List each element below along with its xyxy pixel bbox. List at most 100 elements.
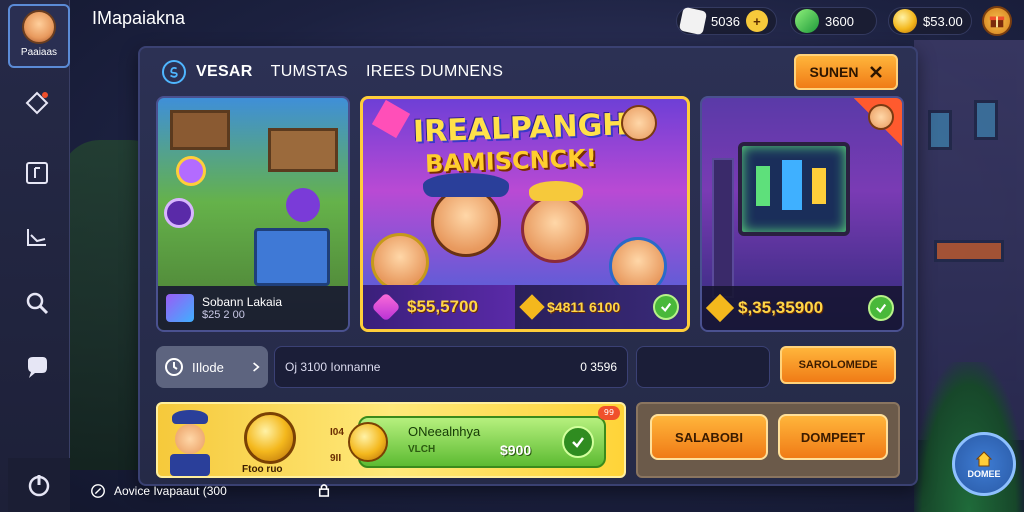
dice-icon bbox=[678, 6, 708, 36]
fab-label: DOMEE bbox=[967, 469, 1001, 479]
currency-emerald: 3600 bbox=[790, 7, 877, 35]
card-footer: $55,5700 $4811 6100 bbox=[363, 285, 687, 329]
gift-icon bbox=[989, 16, 1005, 28]
offer-card-1[interactable]: Sobann Lakaia $25 2 00 bbox=[156, 96, 350, 332]
cart-illustration bbox=[254, 228, 330, 286]
building-window bbox=[974, 100, 998, 140]
power-icon bbox=[28, 475, 50, 497]
claim-reward-button[interactable] bbox=[562, 426, 594, 458]
screen-bar bbox=[812, 168, 826, 204]
chat-bubble-icon bbox=[28, 357, 47, 378]
mode-button[interactable]: IIlode bbox=[156, 346, 268, 388]
character-illustration bbox=[521, 195, 589, 263]
power-button[interactable] bbox=[8, 458, 70, 512]
lock-icon[interactable] bbox=[318, 483, 330, 501]
card-footer: Sobann Lakaia $25 2 00 bbox=[158, 286, 348, 330]
screen-bar bbox=[782, 160, 802, 210]
profile-name: Paaiaas bbox=[20, 47, 58, 58]
currency-value: 5036 bbox=[711, 13, 740, 29]
hut-illustration bbox=[170, 110, 230, 150]
tab-vesar[interactable]: VESAR bbox=[196, 63, 253, 81]
card-price: $,35,35900 bbox=[738, 298, 824, 317]
check-icon bbox=[660, 302, 672, 313]
coin-label: Ftoo ruo bbox=[242, 464, 283, 475]
offer-card-3[interactable]: $,35,35900 bbox=[700, 96, 904, 332]
card-footer: $,35,35900 bbox=[702, 286, 902, 330]
character-illustration bbox=[431, 187, 501, 257]
action-buttons: SALABOBI DOMPEET bbox=[636, 402, 900, 478]
game-thumbnail-icon bbox=[166, 294, 194, 322]
shop-button[interactable] bbox=[982, 6, 1012, 36]
mode-label: IIlode bbox=[192, 359, 224, 375]
character-illustration bbox=[371, 233, 429, 291]
sidebar-item-music[interactable] bbox=[22, 158, 52, 188]
reward-progress-bar: ONeealnhya VLCH $900 bbox=[348, 416, 606, 468]
reward-side-labels: I04 9II bbox=[330, 420, 344, 472]
price-secondary: $4811 6100 bbox=[547, 299, 621, 315]
gold-gem-icon bbox=[519, 294, 545, 320]
check-icon bbox=[875, 303, 887, 314]
close-label: SUNEN bbox=[809, 64, 859, 80]
sidebar-item-chat[interactable] bbox=[22, 352, 52, 382]
sidebar-item-chart[interactable] bbox=[22, 222, 52, 252]
currency-value: 3600 bbox=[825, 13, 854, 29]
pillar-illustration bbox=[712, 158, 734, 298]
footer-note-text: Aovice Ivapaaut (300 bbox=[114, 484, 227, 498]
sidebar-item-alerts[interactable] bbox=[22, 88, 52, 118]
price-secondary-box: $4811 6100 bbox=[515, 285, 687, 329]
music-icon bbox=[26, 162, 48, 184]
tab-irees-dumnens[interactable]: IREES DUMNENS bbox=[366, 63, 503, 81]
add-dice-button[interactable]: + bbox=[745, 10, 768, 32]
profile-card[interactable]: Paaiaas bbox=[8, 4, 70, 68]
currency-value: $53.00 bbox=[923, 13, 963, 29]
currency-dice: 5036 + bbox=[676, 6, 777, 36]
character-illustration bbox=[621, 105, 657, 141]
main-panel: VESAR TUMSTAS IREES DUMNENS SUNEN Sobann… bbox=[138, 46, 918, 486]
gold-coin-icon bbox=[244, 412, 296, 464]
badge-icon bbox=[164, 198, 194, 228]
gem-decoration bbox=[371, 99, 411, 139]
reward-amount: $900 bbox=[500, 442, 532, 458]
card-name: Sobann Lakaia bbox=[202, 295, 283, 309]
building-sign bbox=[934, 240, 1004, 262]
reward-side-top: I04 bbox=[330, 427, 344, 438]
close-button[interactable]: SUNEN bbox=[794, 54, 898, 90]
building-window bbox=[928, 110, 952, 150]
currency-spacer bbox=[860, 10, 868, 32]
search-value: 0 3596 bbox=[580, 360, 617, 374]
sidebar-item-search[interactable] bbox=[22, 288, 52, 318]
featured-offer-card[interactable]: IREALPANGH BAMISCNCK! $55,5700 $4811 610… bbox=[360, 96, 690, 332]
gold-coin-icon bbox=[893, 9, 917, 33]
hat-illustration bbox=[529, 181, 583, 201]
search-input[interactable]: Oj 3100 Ionnanne 0 3596 bbox=[274, 346, 628, 388]
screen-bar bbox=[756, 166, 770, 206]
confirm-button[interactable] bbox=[868, 295, 894, 321]
reward-banner[interactable]: Ftoo ruo I04 9II ONeealnhya VLCH $900 99 bbox=[156, 402, 626, 478]
card-price: $25 2 00 bbox=[202, 309, 245, 321]
notification-badge: 99 bbox=[598, 406, 620, 420]
emerald-icon bbox=[795, 9, 819, 33]
home-fab-button[interactable]: DOMEE bbox=[952, 432, 1016, 496]
submit-button[interactable]: SAROLOMEDE bbox=[780, 346, 896, 384]
character-illustration bbox=[168, 408, 212, 476]
info-circle-icon bbox=[91, 484, 105, 498]
tab-tumstas[interactable]: TUMSTAS bbox=[271, 63, 348, 81]
gold-coin-icon bbox=[348, 422, 388, 462]
reward-side-bottom: 9II bbox=[330, 453, 342, 464]
search-icon bbox=[26, 292, 49, 315]
gem-icon bbox=[371, 292, 401, 322]
secondary-input[interactable] bbox=[636, 346, 770, 388]
home-icon bbox=[975, 451, 993, 467]
confirm-button[interactable] bbox=[653, 294, 679, 320]
chevron-right-icon bbox=[253, 362, 260, 372]
dompeet-button[interactable]: DOMPEET bbox=[778, 414, 888, 460]
price-primary: $55,5700 bbox=[407, 297, 478, 316]
price-primary-box: $55,5700 bbox=[363, 285, 515, 329]
clock-icon bbox=[165, 358, 183, 376]
panel-tabs: VESAR TUMSTAS IREES DUMNENS bbox=[162, 60, 503, 84]
reward-title: ONeealnhya bbox=[408, 424, 481, 439]
close-icon bbox=[869, 66, 882, 78]
hat-illustration bbox=[423, 173, 509, 197]
slot-screen-illustration bbox=[738, 142, 850, 236]
salabobi-button[interactable]: SALABOBI bbox=[650, 414, 768, 460]
